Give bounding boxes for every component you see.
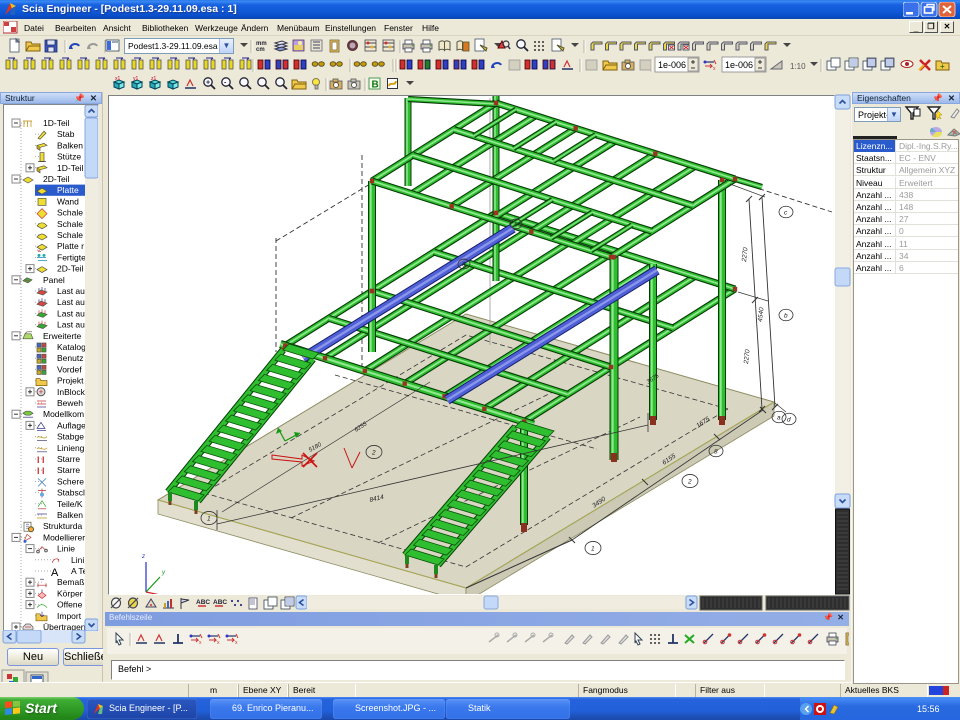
svg-text:1e-006: 1e-006 xyxy=(658,60,686,70)
svg-text:x1: x1 xyxy=(115,76,121,82)
svg-text:Beweh: Beweh xyxy=(57,398,83,408)
svg-text:Schere: Schere xyxy=(57,476,84,486)
svg-text:Stütze: Stütze xyxy=(57,152,81,162)
svg-text:Fertigte: Fertigte xyxy=(57,252,86,262)
svg-text:1e-006: 1e-006 xyxy=(725,60,753,70)
svg-text:Schale: Schale xyxy=(57,208,83,218)
svg-text:Projekt: Projekt xyxy=(57,376,84,386)
svg-text:Schale: Schale xyxy=(57,219,83,229)
svg-text:cm: cm xyxy=(256,47,265,53)
svg-text:Vordef: Vordef xyxy=(57,364,82,374)
svg-text:Bemaß: Bemaß xyxy=(57,577,84,587)
svg-text:Balken: Balken xyxy=(57,140,83,150)
svg-text:Modellierer: Modellierer xyxy=(43,532,85,542)
svg-text:Teile/K: Teile/K xyxy=(57,499,83,509)
svg-text:2D-Teil: 2D-Teil xyxy=(57,264,84,274)
svg-text:ABC: ABC xyxy=(196,599,210,606)
svg-text:Katalog: Katalog xyxy=(57,342,86,352)
svg-text:z1: z1 xyxy=(151,76,157,82)
svg-text:Stab: Stab xyxy=(57,129,75,139)
svg-text:ABC: ABC xyxy=(213,599,227,606)
svg-text:Platte r: Platte r xyxy=(57,241,84,251)
svg-text:Stabscl: Stabscl xyxy=(57,488,85,498)
svg-text:I: I xyxy=(37,466,40,476)
svg-text:Schale: Schale xyxy=(57,230,83,240)
svg-text:Benutz: Benutz xyxy=(57,353,83,363)
svg-text:InBlock: InBlock xyxy=(57,387,86,397)
svg-text:1D-Teil: 1D-Teil xyxy=(43,118,70,128)
svg-text:Panel: Panel xyxy=(43,275,65,285)
svg-text:I: I xyxy=(42,455,45,465)
svg-text:+: + xyxy=(940,62,945,71)
svg-text:I: I xyxy=(42,466,45,476)
svg-text:Offene: Offene xyxy=(57,600,83,610)
svg-text:Linieng: Linieng xyxy=(57,443,85,453)
svg-text:+: + xyxy=(206,80,210,87)
svg-text:Balken: Balken xyxy=(57,510,83,520)
svg-text:Import: Import xyxy=(57,611,82,621)
svg-text:x: x xyxy=(713,66,716,72)
svg-text:Linie: Linie xyxy=(57,544,75,554)
svg-text:B: B xyxy=(372,80,379,91)
svg-text:Platte: Platte xyxy=(57,185,79,195)
svg-text:1D-Teil: 1D-Teil xyxy=(57,163,84,173)
svg-text:Last au: Last au xyxy=(57,320,85,330)
svg-text:Starre: Starre xyxy=(57,454,80,464)
svg-text:Auflage: Auflage xyxy=(57,420,86,430)
svg-text:Modellkom: Modellkom xyxy=(43,409,84,419)
svg-text:Wand: Wand xyxy=(57,196,79,206)
svg-text:2D-Teil: 2D-Teil xyxy=(43,174,70,184)
svg-text:Stabge: Stabge xyxy=(57,432,84,442)
svg-text:Last au: Last au xyxy=(57,286,85,296)
svg-text:Strukturda: Strukturda xyxy=(43,521,82,531)
svg-text:I: I xyxy=(37,455,40,465)
svg-text:Last au: Last au xyxy=(57,308,85,318)
svg-text:Erweiterte: Erweiterte xyxy=(43,331,82,341)
svg-text:Lini: Lini xyxy=(71,555,84,565)
svg-text:Körper: Körper xyxy=(57,588,83,598)
svg-text:Starre: Starre xyxy=(57,465,80,475)
svg-text:Last au: Last au xyxy=(57,297,85,307)
svg-text:1:10: 1:10 xyxy=(790,62,806,71)
svg-text:y1: y1 xyxy=(133,76,139,82)
